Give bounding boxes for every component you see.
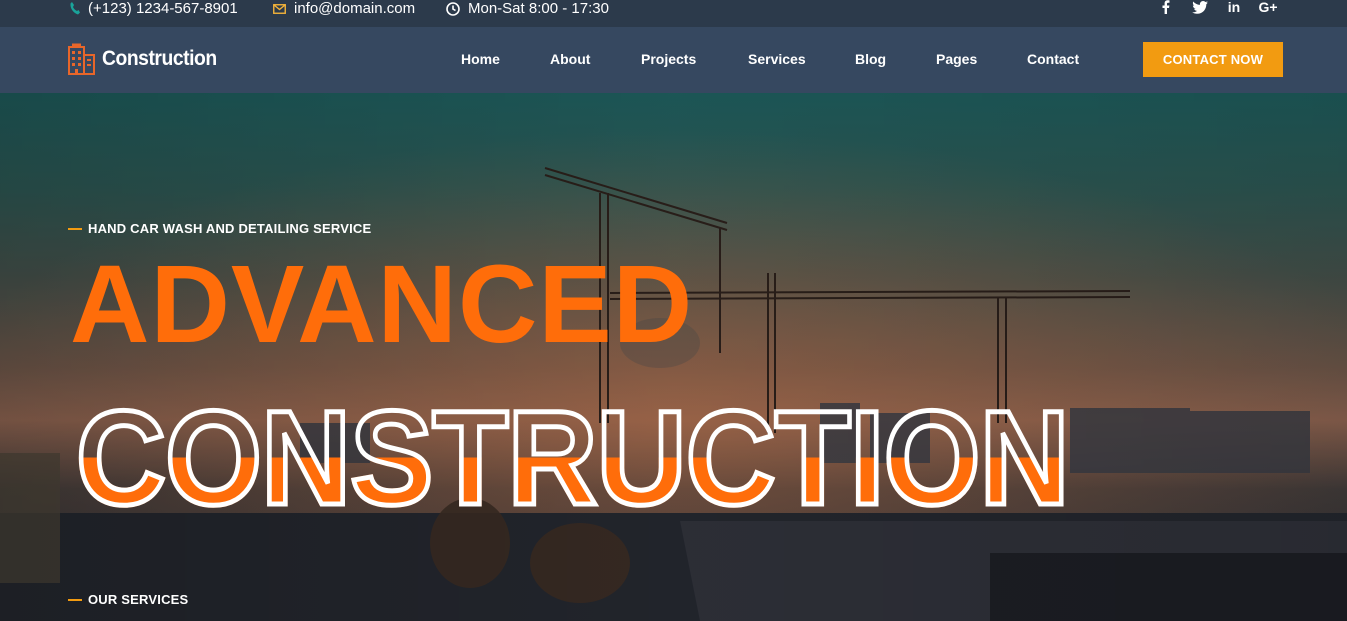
phone-icon [70, 2, 80, 15]
brand-logo[interactable]: Construction [68, 43, 227, 75]
page: (+123) 1234-567-8901 info@domain.com Mon… [0, 0, 1347, 621]
contact-now-button[interactable]: CONTACT NOW [1143, 42, 1283, 77]
hero-title-line2: CONSTRUCTION [74, 384, 1072, 533]
social-links: in G+ [1149, 0, 1285, 15]
hours-text: Mon-Sat 8:00 - 17:30 [468, 0, 609, 17]
building-logo-icon [68, 43, 95, 75]
phone-contact[interactable]: (+123) 1234-567-8901 [70, 0, 238, 17]
main-navbar: Construction Home About Projects Service… [0, 27, 1347, 93]
nav-home[interactable]: Home [461, 51, 500, 67]
hero-title-line1: ADVANCED [70, 243, 694, 366]
google-plus-icon[interactable]: G+ [1251, 0, 1285, 15]
nav-contact[interactable]: Contact [1027, 51, 1079, 67]
phone-text: (+123) 1234-567-8901 [88, 0, 238, 17]
email-text: info@domain.com [294, 0, 416, 17]
envelope-icon [273, 3, 286, 14]
facebook-icon[interactable] [1149, 0, 1183, 14]
brand-name: Construction [102, 47, 217, 70]
email-contact[interactable]: info@domain.com [273, 0, 415, 17]
hero-banner: HAND CAR WASH AND DETAILING SERVICE ADVA… [0, 93, 1347, 621]
our-services-label: OUR SERVICES [68, 592, 188, 607]
hero-eyebrow-text: HAND CAR WASH AND DETAILING SERVICE [88, 221, 372, 236]
our-services-text: OUR SERVICES [88, 592, 189, 607]
nav-about[interactable]: About [550, 51, 590, 67]
accent-dash [68, 598, 82, 601]
accent-dash [68, 227, 82, 230]
linkedin-icon[interactable]: in [1217, 0, 1251, 15]
hours-info: Mon-Sat 8:00 - 17:30 [446, 0, 609, 17]
nav-projects[interactable]: Projects [641, 51, 696, 67]
nav-services[interactable]: Services [748, 51, 806, 67]
twitter-icon[interactable] [1183, 0, 1217, 14]
nav-blog[interactable]: Blog [855, 51, 886, 67]
top-info-bar: (+123) 1234-567-8901 info@domain.com Mon… [0, 0, 1347, 27]
nav-pages[interactable]: Pages [936, 51, 977, 67]
hero-eyebrow: HAND CAR WASH AND DETAILING SERVICE [68, 221, 371, 236]
clock-icon [446, 1, 460, 16]
